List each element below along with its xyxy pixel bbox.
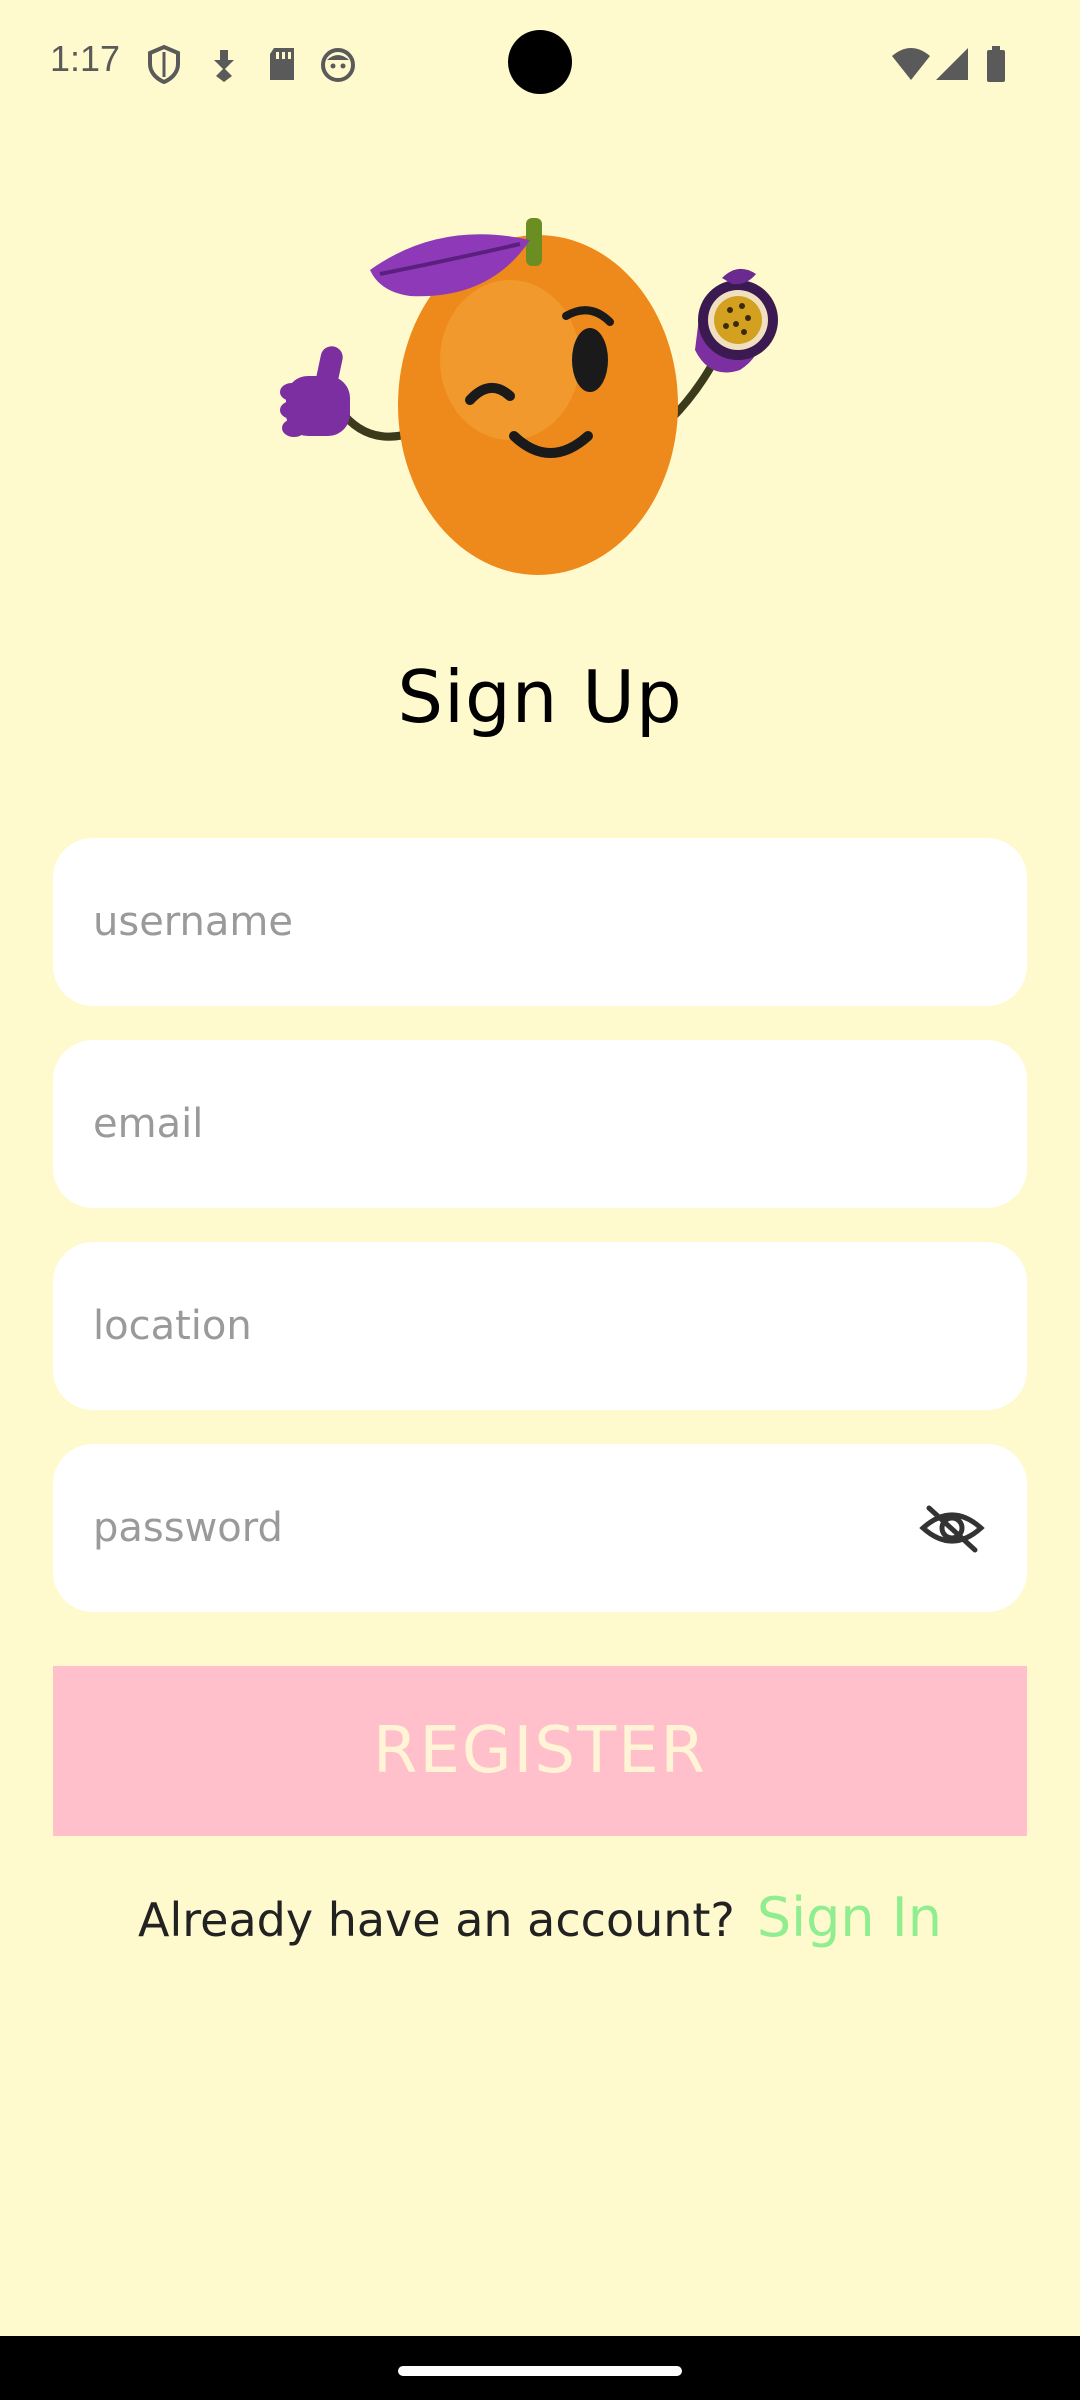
page-title: Sign Up — [397, 655, 683, 739]
email-input[interactable] — [93, 1040, 913, 1208]
shield-icon — [148, 44, 180, 84]
signin-prompt: Already have an account? — [138, 1893, 735, 1947]
face-icon — [321, 48, 355, 82]
status-time: 1:17 — [50, 38, 121, 79]
cell-signal-icon — [936, 48, 968, 80]
location-field[interactable] — [53, 1242, 1027, 1410]
sd-card-icon — [270, 48, 294, 80]
signin-row: Already have an account? Sign In — [0, 1886, 1080, 1949]
battery-icon — [987, 46, 1005, 82]
wifi-icon — [892, 48, 930, 80]
front-camera — [508, 30, 572, 94]
status-bar: 1:17 — [0, 0, 1080, 128]
signin-link[interactable]: Sign In — [757, 1886, 942, 1949]
orange-mascot-icon — [280, 218, 778, 575]
download-badge-icon — [214, 50, 234, 82]
username-field[interactable] — [53, 838, 1027, 1006]
email-field[interactable] — [53, 1040, 1027, 1208]
username-input[interactable] — [93, 838, 913, 1006]
location-input[interactable] — [93, 1242, 913, 1410]
home-gesture-handle[interactable] — [398, 2366, 682, 2376]
password-input[interactable] — [93, 1444, 913, 1612]
eye-off-icon[interactable] — [919, 1500, 985, 1556]
register-button[interactable]: REGISTER — [53, 1666, 1027, 1836]
password-field[interactable] — [53, 1444, 1027, 1612]
